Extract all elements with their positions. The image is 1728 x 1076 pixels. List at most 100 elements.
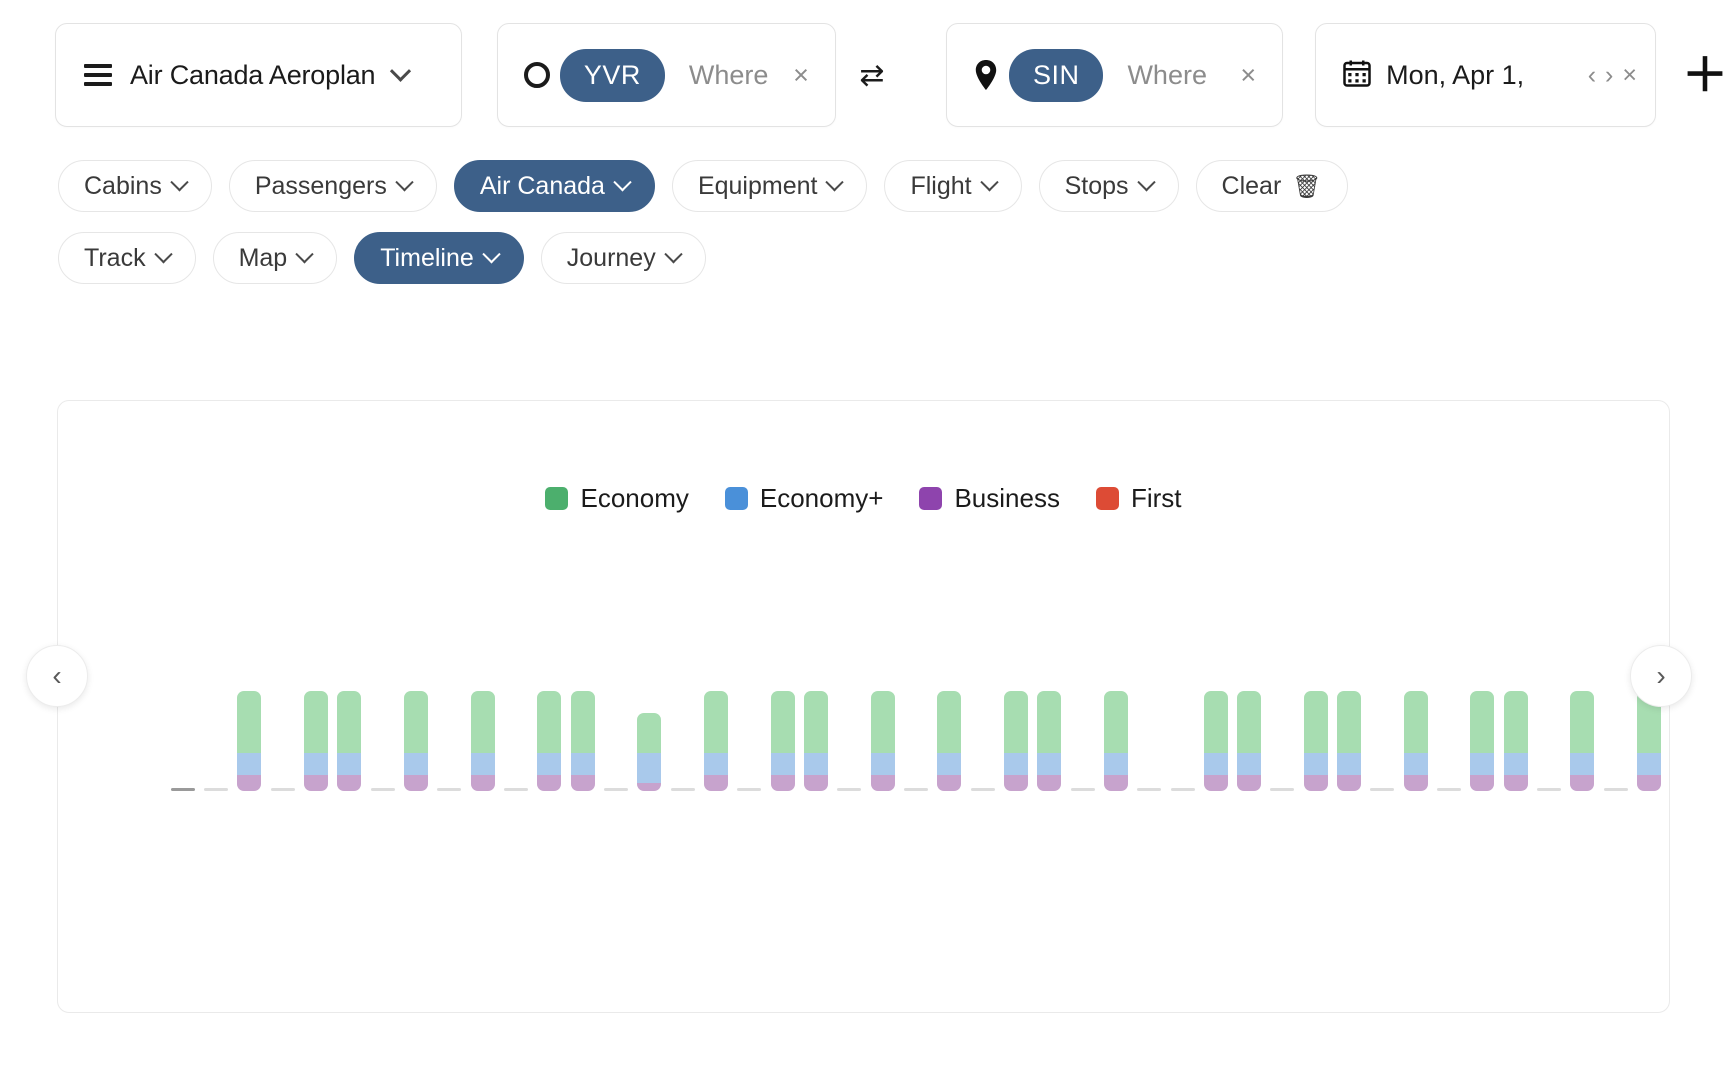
- origin-clear-icon[interactable]: ×: [789, 58, 813, 93]
- stacked-bar[interactable]: [703, 691, 728, 791]
- bar-column[interactable]: [1499, 606, 1532, 791]
- bar-column[interactable]: [399, 606, 432, 791]
- stacked-bar[interactable]: [303, 691, 328, 791]
- bar-column[interactable]: [1332, 606, 1365, 791]
- view-journey[interactable]: Journey: [540, 232, 706, 284]
- origin-code-pill[interactable]: YVR: [559, 48, 665, 102]
- stacked-bar[interactable]: [1037, 691, 1062, 791]
- bar-column[interactable]: [1399, 606, 1432, 791]
- bar-column[interactable]: [833, 606, 866, 791]
- bar-column[interactable]: [1099, 606, 1132, 791]
- swap-icon[interactable]: ⇄: [836, 58, 908, 93]
- bar-column[interactable]: [499, 606, 532, 791]
- origin-input[interactable]: Where: [675, 60, 779, 91]
- bar-column[interactable]: [766, 606, 799, 791]
- stacked-bar[interactable]: [637, 713, 662, 791]
- bar-column[interactable]: [799, 606, 832, 791]
- filter-passengers[interactable]: Passengers: [228, 160, 437, 212]
- bar-column[interactable]: [1066, 606, 1099, 791]
- stacked-bar[interactable]: [1003, 691, 1028, 791]
- filter-equipment[interactable]: Equipment: [671, 160, 868, 212]
- bar-column[interactable]: [1566, 606, 1599, 791]
- bar-column[interactable]: [1199, 606, 1232, 791]
- airline-program-selector[interactable]: Air Canada Aeroplan: [55, 23, 462, 127]
- bar-column[interactable]: [1532, 606, 1565, 791]
- bar-column[interactable]: [1366, 606, 1399, 791]
- destination-clear-icon[interactable]: ×: [1236, 58, 1260, 93]
- bar-column[interactable]: [199, 606, 232, 791]
- bar-column[interactable]: [533, 606, 566, 791]
- bar-column[interactable]: [1133, 606, 1166, 791]
- hamburger-icon[interactable]: [84, 64, 112, 86]
- timeline-next-button[interactable]: ›: [1630, 645, 1692, 707]
- stacked-bar[interactable]: [470, 691, 495, 791]
- stacked-bar[interactable]: [1570, 691, 1595, 791]
- view-track[interactable]: Track: [58, 232, 196, 284]
- stacked-bar[interactable]: [1203, 691, 1228, 791]
- bar-column[interactable]: [466, 606, 499, 791]
- view-map[interactable]: Map: [212, 232, 338, 284]
- bar-column[interactable]: [566, 606, 599, 791]
- view-timeline[interactable]: Timeline: [354, 232, 524, 284]
- bar-column[interactable]: [1432, 606, 1465, 791]
- stacked-bar[interactable]: [1303, 691, 1328, 791]
- destination-code-pill[interactable]: SIN: [1008, 48, 1104, 102]
- bar-column[interactable]: [933, 606, 966, 791]
- bar-column[interactable]: [166, 606, 199, 791]
- bar-column[interactable]: [233, 606, 266, 791]
- bar-column[interactable]: [366, 606, 399, 791]
- stacked-bar[interactable]: [1470, 691, 1495, 791]
- bar-column[interactable]: [699, 606, 732, 791]
- date-prev-icon[interactable]: ‹: [1588, 62, 1596, 88]
- stacked-bar[interactable]: [1503, 691, 1528, 791]
- legend-item-first[interactable]: First: [1095, 483, 1182, 514]
- legend-item-economy-plus[interactable]: Economy+: [724, 483, 883, 514]
- date-next-icon[interactable]: ›: [1605, 62, 1613, 88]
- destination-input[interactable]: Where: [1113, 60, 1226, 91]
- destination-field[interactable]: SIN Where ×: [945, 23, 1284, 127]
- bar-column[interactable]: [866, 606, 899, 791]
- filter-stops[interactable]: Stops: [1038, 160, 1179, 212]
- stacked-bar[interactable]: [403, 691, 428, 791]
- filter-flight[interactable]: Flight: [884, 160, 1022, 212]
- legend-item-business[interactable]: Business: [919, 483, 1060, 514]
- bar-column[interactable]: [1266, 606, 1299, 791]
- bar-column[interactable]: [899, 606, 932, 791]
- stacked-bar[interactable]: [1103, 691, 1128, 791]
- bar-column[interactable]: [1466, 606, 1499, 791]
- bar-column[interactable]: [1233, 606, 1266, 791]
- stacked-bar[interactable]: [770, 691, 795, 791]
- stacked-bar[interactable]: [537, 691, 562, 791]
- stacked-bar[interactable]: [1237, 691, 1262, 791]
- date-clear-icon[interactable]: ×: [1622, 62, 1637, 88]
- bar-column[interactable]: [599, 606, 632, 791]
- stacked-bar[interactable]: [570, 691, 595, 791]
- stacked-bar[interactable]: [1337, 691, 1362, 791]
- bar-column[interactable]: [966, 606, 999, 791]
- bar-column[interactable]: [299, 606, 332, 791]
- date-field[interactable]: Mon, Apr 1, ‹ › ×: [1315, 23, 1656, 127]
- bar-column[interactable]: [633, 606, 666, 791]
- stacked-bar[interactable]: [870, 691, 895, 791]
- legend-item-economy[interactable]: Economy: [545, 483, 689, 514]
- filter-air-canada[interactable]: Air Canada: [453, 160, 655, 212]
- bar-column[interactable]: [999, 606, 1032, 791]
- date-value[interactable]: Mon, Apr 1,: [1386, 60, 1574, 91]
- bar-column[interactable]: [666, 606, 699, 791]
- timeline-prev-button[interactable]: ‹: [26, 645, 88, 707]
- bar-column[interactable]: [433, 606, 466, 791]
- bar-column[interactable]: [1599, 606, 1632, 791]
- stacked-bar[interactable]: [237, 691, 262, 791]
- bar-column[interactable]: [733, 606, 766, 791]
- bar-column[interactable]: [1166, 606, 1199, 791]
- bar-column[interactable]: [1299, 606, 1332, 791]
- filter-clear[interactable]: Clear 🗑: [1195, 160, 1348, 212]
- bar-column[interactable]: [1033, 606, 1066, 791]
- stacked-bar[interactable]: [803, 691, 828, 791]
- origin-field[interactable]: YVR Where ×: [496, 23, 836, 127]
- chevron-down-icon[interactable]: [390, 60, 412, 82]
- bar-column[interactable]: [333, 606, 366, 791]
- bar-column[interactable]: [266, 606, 299, 791]
- filter-cabins[interactable]: Cabins: [58, 160, 212, 212]
- stacked-bar[interactable]: [337, 691, 362, 791]
